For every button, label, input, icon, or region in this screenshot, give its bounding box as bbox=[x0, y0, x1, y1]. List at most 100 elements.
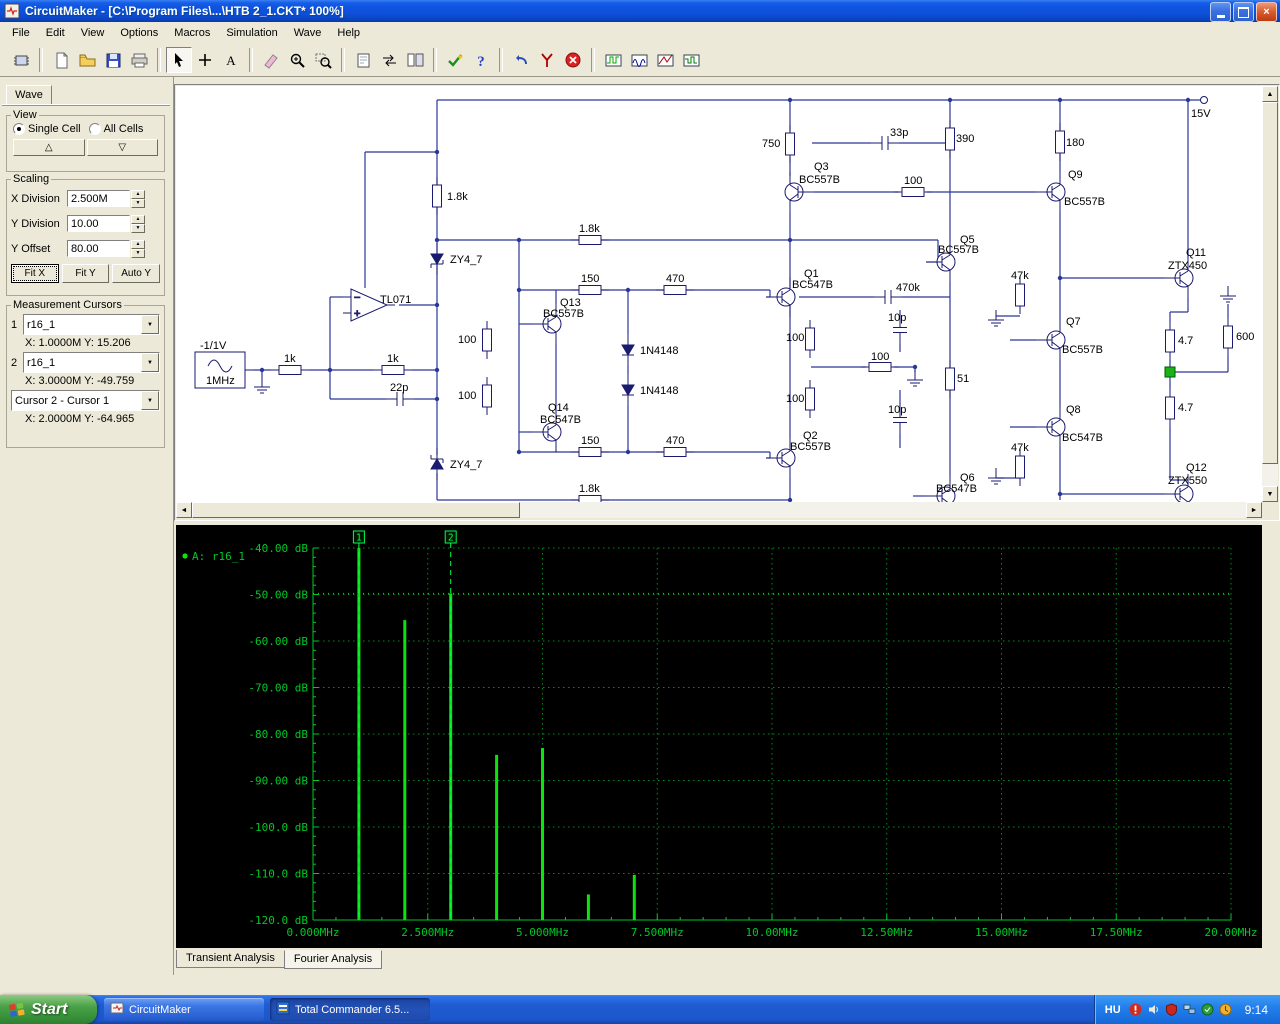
menu-macros[interactable]: Macros bbox=[166, 24, 218, 42]
fit-page-view-button[interactable] bbox=[350, 47, 376, 73]
taskbar-task-total-commander-6-5[interactable]: Total Commander 6.5... bbox=[270, 998, 430, 1021]
scope-dc-button[interactable] bbox=[652, 47, 678, 73]
fit-y-button[interactable]: Fit Y bbox=[61, 264, 110, 283]
x-division-spinner[interactable]: ▲ ▼ bbox=[131, 189, 145, 208]
junction-dot bbox=[625, 287, 631, 293]
radio-all-cells[interactable]: All Cells bbox=[88, 123, 143, 135]
cursor-2-signal-select[interactable]: r16_1 ▼ bbox=[23, 352, 160, 373]
spin-up-icon[interactable]: ▲ bbox=[131, 189, 145, 199]
text-tool-button[interactable]: A bbox=[218, 47, 244, 73]
alert-icon[interactable] bbox=[1129, 1003, 1143, 1017]
zoom-tool-button[interactable] bbox=[284, 47, 310, 73]
chevron-down-icon[interactable]: ▼ bbox=[141, 353, 159, 372]
scroll-up-arrow-icon[interactable]: ▲ bbox=[1262, 86, 1278, 102]
menu-options[interactable]: Options bbox=[112, 24, 166, 42]
x-division-input[interactable] bbox=[67, 190, 130, 207]
open-file-button[interactable] bbox=[74, 47, 100, 73]
tc-app-icon bbox=[276, 1001, 290, 1018]
shield-icon[interactable] bbox=[1165, 1003, 1179, 1017]
fit-x-button[interactable]: Fit X bbox=[11, 264, 59, 283]
cursor-difference-select[interactable]: Cursor 2 - Cursor 1 ▼ bbox=[11, 390, 160, 411]
spin-down-icon[interactable]: ▼ bbox=[131, 248, 145, 258]
update-icon[interactable] bbox=[1219, 1003, 1233, 1017]
clock[interactable]: 9:14 bbox=[1245, 1003, 1268, 1017]
junction-dot bbox=[625, 449, 631, 455]
save-file-button[interactable] bbox=[100, 47, 126, 73]
undo-button[interactable] bbox=[508, 47, 534, 73]
component-label: BC557B bbox=[938, 244, 979, 256]
arrow-tool-button[interactable] bbox=[166, 47, 192, 73]
start-button[interactable]: Start bbox=[0, 995, 97, 1024]
part-browser-button[interactable] bbox=[8, 47, 34, 73]
new-file-button[interactable] bbox=[48, 47, 74, 73]
menu-edit[interactable]: Edit bbox=[38, 24, 73, 42]
fourier-plot[interactable]: -40.00 dB -50.00 dB -60.00 dB -70.00 dB -80.… bbox=[176, 525, 1262, 948]
tab-transient-analysis[interactable]: Transient Analysis bbox=[176, 950, 285, 968]
spin-up-icon[interactable]: ▲ bbox=[131, 239, 145, 249]
component-15v[interactable] bbox=[1200, 96, 1208, 104]
pan-view-button[interactable] bbox=[376, 47, 402, 73]
wire-tool-button[interactable] bbox=[192, 47, 218, 73]
spin-down-icon[interactable]: ▼ bbox=[131, 223, 145, 233]
component-label: -1/1V bbox=[200, 340, 227, 352]
auto-y-button[interactable]: Auto Y bbox=[112, 264, 161, 283]
chevron-down-icon[interactable]: ▼ bbox=[141, 391, 159, 410]
cursor-1-signal-select[interactable]: r16_1 ▼ bbox=[23, 314, 160, 335]
spin-up-icon[interactable]: ▲ bbox=[131, 214, 145, 224]
menu-view[interactable]: View bbox=[73, 24, 113, 42]
network-icon[interactable] bbox=[1183, 1003, 1197, 1017]
zoom-window-tool-button[interactable] bbox=[310, 47, 336, 73]
tab-fourier-analysis[interactable]: Fourier Analysis bbox=[283, 950, 383, 969]
scroll-left-arrow-icon[interactable]: ◄ bbox=[176, 502, 192, 518]
component-label: Q11 bbox=[1186, 247, 1206, 259]
antivirus-icon[interactable] bbox=[1201, 1003, 1215, 1017]
cursor-2-signal-select-value: r16_1 bbox=[27, 356, 56, 369]
menu-help[interactable]: Help bbox=[329, 24, 368, 42]
tab-wave[interactable]: Wave bbox=[6, 85, 52, 105]
y-offset-spinner[interactable]: ▲ ▼ bbox=[131, 239, 145, 258]
language-indicator[interactable]: HU bbox=[1105, 1004, 1121, 1016]
hscroll-thumb[interactable] bbox=[192, 502, 520, 518]
vscroll-thumb[interactable] bbox=[1262, 102, 1278, 464]
component-label: 600 bbox=[1236, 331, 1254, 343]
junction-dot bbox=[787, 97, 793, 103]
spin-down-icon[interactable]: ▼ bbox=[131, 198, 145, 208]
taskbar-task-circuitmaker[interactable]: CircuitMaker bbox=[104, 998, 264, 1021]
menu-file[interactable]: File bbox=[4, 24, 38, 42]
scroll-down-button[interactable]: ▽ bbox=[86, 139, 158, 156]
scroll-right-arrow-icon[interactable]: ► bbox=[1246, 502, 1262, 518]
scope-transient-button[interactable] bbox=[600, 47, 626, 73]
chevron-down-icon[interactable]: ▼ bbox=[141, 315, 159, 334]
scope-digital-button[interactable] bbox=[678, 47, 704, 73]
help-button[interactable]: ? bbox=[468, 47, 494, 73]
svg-text:?: ? bbox=[477, 54, 485, 70]
schematic-hscrollbar[interactable]: ◄ ► bbox=[176, 502, 1262, 518]
radio-indicator bbox=[88, 123, 101, 135]
scroll-down-arrow-icon[interactable]: ▼ bbox=[1262, 486, 1278, 502]
schematic-vscrollbar[interactable]: ▲ ▼ bbox=[1262, 86, 1278, 502]
component-label: 4.7 bbox=[1178, 402, 1193, 414]
y-division-spinner[interactable]: ▲ ▼ bbox=[131, 214, 145, 233]
close-button[interactable]: × bbox=[1256, 2, 1277, 22]
minimize-button[interactable] bbox=[1210, 2, 1231, 22]
y-offset-input[interactable] bbox=[67, 240, 130, 257]
scope-ac-button[interactable] bbox=[626, 47, 652, 73]
radio-single-cell[interactable]: Single Cell bbox=[13, 123, 81, 135]
split-view-button[interactable] bbox=[402, 47, 428, 73]
y-division-input[interactable] bbox=[67, 215, 130, 232]
delete-tool-button[interactable] bbox=[258, 47, 284, 73]
volume-icon[interactable] bbox=[1147, 1003, 1161, 1017]
stop-simulation-button[interactable] bbox=[560, 47, 586, 73]
probe-tool-button[interactable] bbox=[534, 47, 560, 73]
view-group-label: View bbox=[13, 109, 37, 121]
maximize-restore-button[interactable] bbox=[1233, 2, 1254, 22]
print-button[interactable] bbox=[126, 47, 152, 73]
component-label: BC557B bbox=[799, 174, 840, 186]
menu-simulation[interactable]: Simulation bbox=[218, 24, 285, 42]
schematic-canvas[interactable]: 1.8kZY4_71.8k150 47075033p 390 180Q3BC557B 1… bbox=[176, 86, 1262, 502]
panel-divider bbox=[2, 104, 170, 106]
menu-wave[interactable]: Wave bbox=[286, 24, 330, 42]
scroll-up-button[interactable]: △ bbox=[13, 139, 85, 156]
component-probe[interactable] bbox=[1164, 366, 1176, 378]
run-simulation-check-button[interactable] bbox=[442, 47, 468, 73]
